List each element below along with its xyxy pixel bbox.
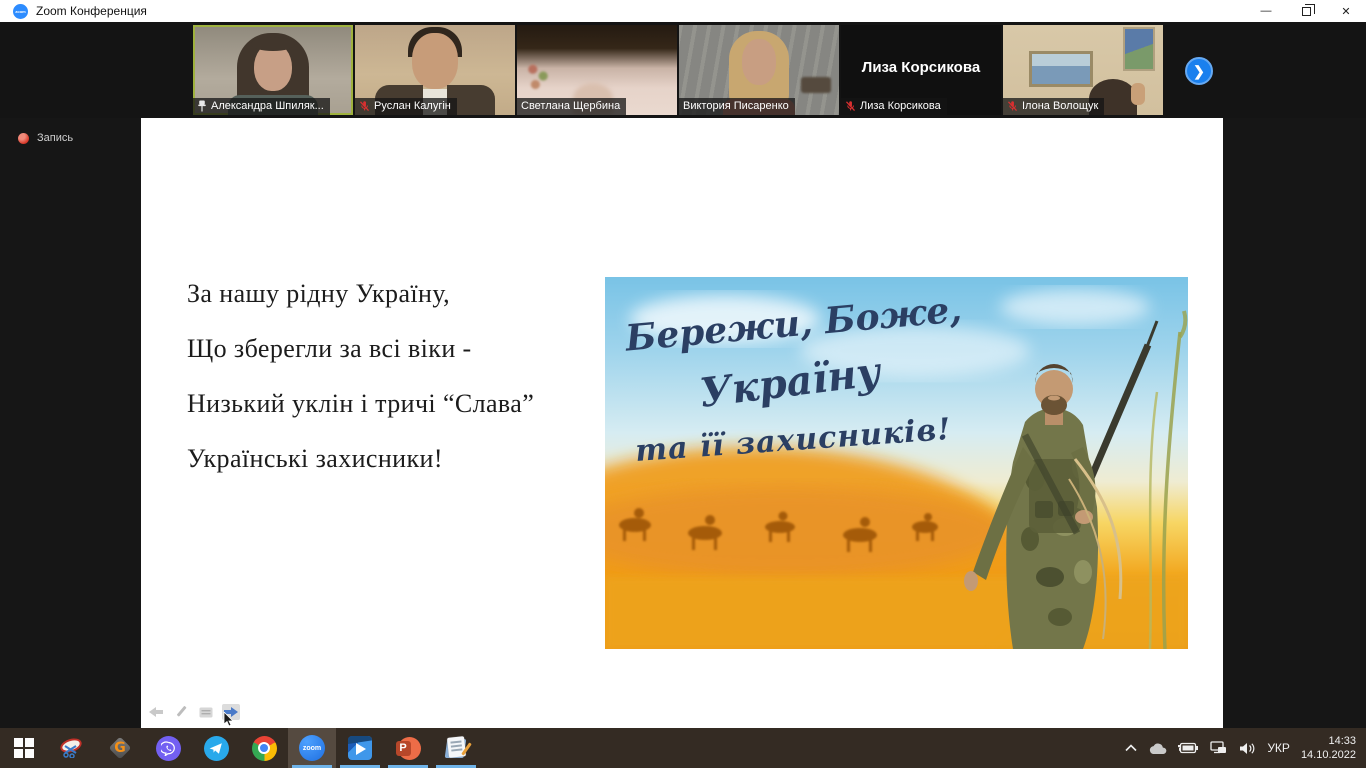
powerpoint-button[interactable]: P — [384, 728, 432, 768]
tray-expand-chevron[interactable] — [1125, 744, 1137, 752]
volume-icon[interactable] — [1239, 742, 1256, 755]
tray-date: 14.10.2022 — [1301, 748, 1356, 762]
restore-icon — [1302, 7, 1311, 16]
participant-name-tag: Лиза Корсикова — [841, 98, 947, 115]
restore-button[interactable] — [1286, 0, 1326, 22]
participant-tile-aleksandra[interactable]: Александра Шпиляк... — [193, 25, 353, 115]
pin-icon — [197, 100, 207, 112]
telegram-button[interactable] — [192, 728, 240, 768]
poem-line: Українські захисники! — [187, 431, 534, 486]
soldier-poster-image: Бережи, Боже, Україну та її захисників! — [605, 277, 1188, 649]
recording-label: Запись — [37, 132, 73, 144]
powerpoint-icon: P — [396, 736, 421, 761]
title-bar: zoom Zoom Конференция — ✕ — [0, 0, 1366, 22]
screenshot-tool-icon — [59, 736, 85, 760]
participant-name-tag: Ілона Волощук — [1003, 98, 1104, 115]
taskbar-apps: G zoom — [0, 728, 480, 768]
window-controls: — ✕ — [1246, 0, 1366, 22]
download-manager-button[interactable]: G — [96, 728, 144, 768]
network-icon[interactable] — [1210, 741, 1228, 755]
next-participants-button[interactable]: ❯ — [1185, 57, 1213, 85]
participant-name-tag: Руслан Калугін — [355, 98, 457, 115]
zoom-taskbar-button[interactable]: zoom — [288, 728, 336, 768]
mouse-cursor — [223, 712, 234, 727]
movies-tv-icon — [348, 736, 372, 760]
pen-tool-button[interactable] — [172, 704, 190, 720]
onedrive-icon[interactable] — [1148, 742, 1167, 755]
participant-tile-viktoria[interactable]: Виктория Писаренко — [679, 25, 839, 115]
previous-slide-button[interactable] — [147, 704, 165, 720]
participants-strip: Александра Шпиляк... Руслан Калугін Свет — [0, 22, 1366, 118]
participant-tile-ruslan[interactable]: Руслан Калугін — [355, 25, 515, 115]
telegram-icon — [204, 736, 229, 761]
recording-dot-icon — [18, 133, 29, 144]
muted-mic-icon — [845, 100, 856, 112]
viber-icon — [156, 736, 181, 761]
presentation-slide: За нашу рідну Україну, Що зберегли за вс… — [141, 118, 1223, 728]
battery-icon[interactable] — [1178, 742, 1199, 754]
close-button[interactable]: ✕ — [1326, 0, 1366, 22]
thumbnail-list: Александра Шпиляк... Руслан Калугін Свет — [193, 25, 1163, 115]
poem-text: За нашу рідну Україну, Що зберегли за вс… — [187, 266, 534, 486]
language-indicator[interactable]: УКР — [1267, 741, 1290, 755]
zoom-meeting-window: zoom Zoom Конференция — ✕ Александра Шпи… — [0, 0, 1366, 768]
muted-mic-icon — [359, 100, 370, 112]
chrome-icon — [252, 736, 277, 761]
poem-line: Низький уклін і тричі “Слава” — [187, 376, 534, 431]
zoom-app-icon: zoom — [13, 4, 28, 19]
zoom-icon: zoom — [299, 735, 325, 761]
slide-menu-button[interactable] — [197, 704, 215, 720]
window-title: Zoom Конференция — [36, 4, 147, 18]
windows-logo-icon — [14, 738, 34, 758]
system-tray: УКР 14:33 14.10.2022 — [1125, 728, 1366, 768]
viber-button[interactable] — [144, 728, 192, 768]
participant-display-name: Лиза Корсикова — [841, 59, 1001, 76]
poem-line: Що зберегли за всі віки - — [187, 321, 534, 376]
windows-taskbar: G zoom — [0, 728, 1366, 768]
chrome-button[interactable] — [240, 728, 288, 768]
clock[interactable]: 14:33 14.10.2022 — [1301, 734, 1356, 763]
participant-tile-liza[interactable]: Лиза Корсикова Лиза Корсикова — [841, 25, 1001, 115]
start-button[interactable] — [0, 728, 48, 768]
download-manager-icon: G — [108, 736, 132, 760]
notepad-button[interactable] — [432, 728, 480, 768]
screenshot-tool-button[interactable] — [48, 728, 96, 768]
participant-tile-svetlana[interactable]: Светлана Щербина — [517, 25, 677, 115]
participant-name-tag: Виктория Писаренко — [679, 98, 795, 115]
poem-line: За нашу рідну Україну, — [187, 266, 534, 321]
shared-screen-area: Запись За нашу рідну Україну, Що зберегл… — [0, 118, 1366, 728]
tray-time: 14:33 — [1301, 734, 1356, 748]
participant-name-tag: Светлана Щербина — [517, 98, 626, 115]
participant-name-tag: Александра Шпиляк... — [193, 98, 330, 115]
movies-tv-button[interactable] — [336, 728, 384, 768]
next-slide-button[interactable] — [222, 704, 240, 720]
muted-mic-icon — [1007, 100, 1018, 112]
notepad-icon — [444, 736, 468, 760]
recording-indicator: Запись — [18, 132, 73, 144]
participant-tile-ilona[interactable]: Ілона Волощук — [1003, 25, 1163, 115]
slideshow-toolbar — [147, 704, 240, 720]
minimize-button[interactable]: — — [1246, 0, 1286, 22]
